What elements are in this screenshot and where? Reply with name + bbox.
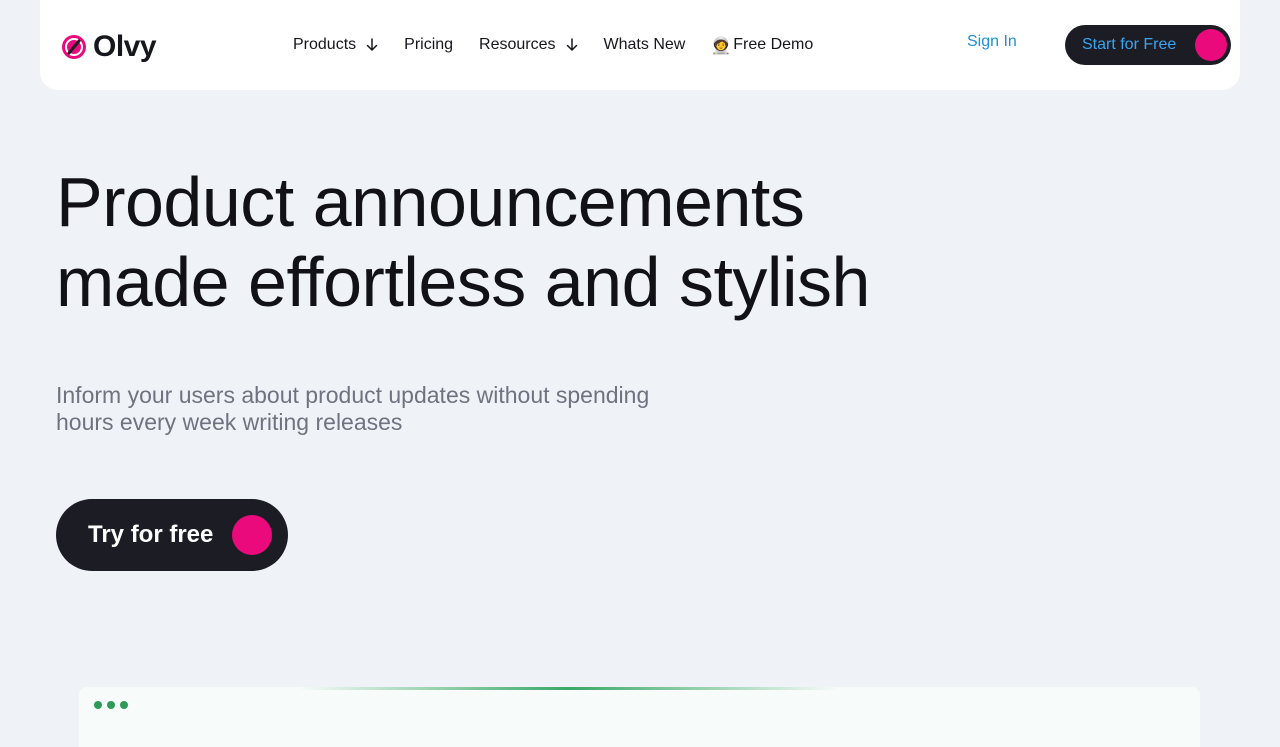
hero-title-line-2: made effortless and stylish — [56, 243, 870, 321]
nav-item-whats-new[interactable]: Whats New — [604, 36, 686, 54]
try-for-free-label: Try for free — [88, 521, 214, 548]
nav-item-label: Free Demo — [733, 36, 814, 53]
start-for-free-label: Start for Free — [1082, 36, 1177, 53]
nav-item-free-demo[interactable]: 🧑‍🚀 Free Demo — [711, 36, 813, 55]
pink-dot-icon — [232, 515, 272, 555]
main-nav: Products Pricing Resources Whats New 🧑‍🚀… — [293, 33, 839, 57]
try-for-free-button[interactable]: Try for free — [56, 499, 288, 571]
nav-item-pricing[interactable]: Pricing — [404, 36, 453, 54]
hero-subtitle: Inform your users about product updates … — [56, 382, 736, 436]
sign-in-link[interactable]: Sign In — [967, 33, 1017, 51]
hero-subtitle-line-1: Inform your users about product updates … — [56, 382, 650, 408]
hero-title-line-1: Product announcements — [56, 163, 805, 241]
top-navbar: Olvy Products Pricing Resources Whats Ne… — [40, 0, 1240, 90]
brand-name: Olvy — [93, 30, 157, 63]
hero-title: Product announcements made effortless an… — [56, 162, 1056, 322]
window-dot-icon — [94, 701, 102, 709]
nav-item-resources[interactable]: Resources — [479, 36, 577, 54]
nav-item-label: Products — [293, 36, 357, 53]
nav-item-label: Resources — [479, 36, 556, 53]
nav-item-label: Whats New — [603, 36, 686, 53]
preview-glow-line — [299, 687, 839, 690]
product-preview-window — [79, 687, 1200, 747]
nav-item-label: Pricing — [404, 36, 454, 53]
start-for-free-button[interactable]: Start for Free — [1065, 25, 1231, 65]
window-dot-icon — [120, 701, 128, 709]
hero-subtitle-line-2: hours every week writing releases — [56, 409, 403, 435]
astronaut-icon: 🧑‍🚀 — [711, 35, 732, 55]
olvy-logo-icon — [62, 35, 86, 59]
nav-item-products[interactable]: Products — [293, 36, 378, 54]
arrow-down-icon — [566, 38, 577, 51]
olvy-logo[interactable]: Olvy — [61, 30, 157, 64]
arrow-down-icon — [366, 38, 378, 51]
pink-dot-icon — [1195, 29, 1227, 61]
window-controls — [94, 701, 128, 709]
window-dot-icon — [107, 701, 115, 709]
